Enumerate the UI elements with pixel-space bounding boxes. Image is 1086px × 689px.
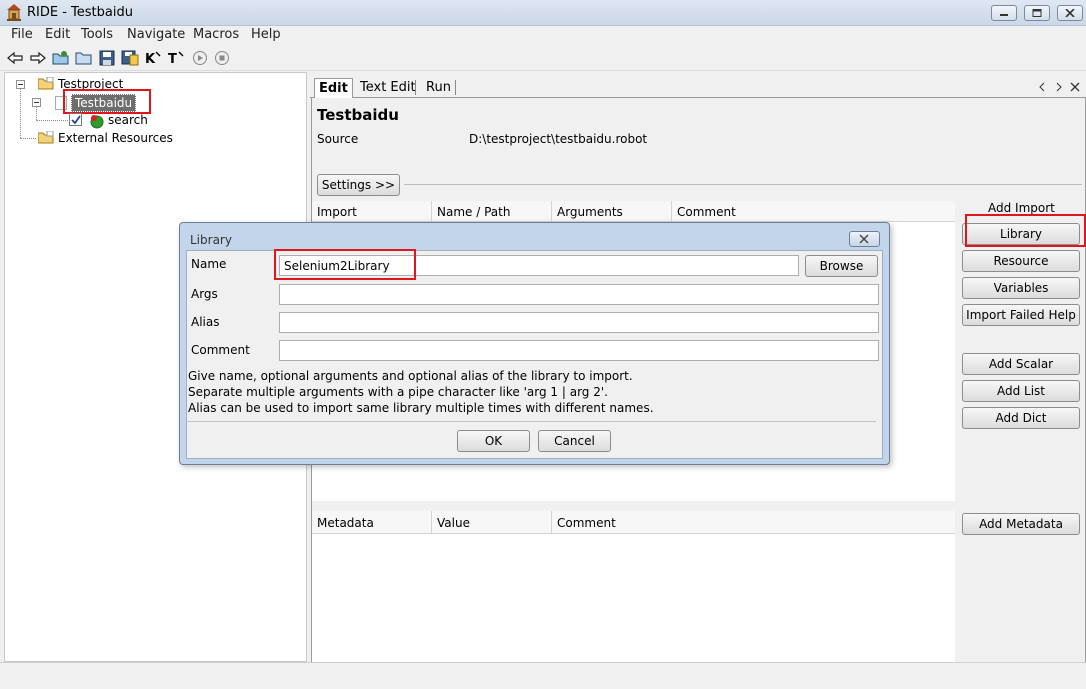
open-icon[interactable]	[75, 50, 93, 66]
tree-line	[20, 138, 36, 139]
tree-item-search[interactable]: search	[108, 113, 148, 127]
checkmark-icon	[71, 115, 81, 125]
maximize-button[interactable]	[1024, 5, 1050, 21]
menu-tools[interactable]: Tools	[81, 27, 113, 42]
help-text-line-2: Separate multiple arguments with a pipe …	[188, 385, 608, 399]
settings-divider	[404, 184, 1082, 185]
editor-heading: Testbaidu	[317, 106, 399, 124]
test-checkbox[interactable]	[69, 113, 82, 126]
minimize-button[interactable]	[991, 5, 1017, 21]
folder-icon	[38, 77, 54, 90]
tree-line	[36, 120, 68, 121]
col-separator	[551, 511, 552, 534]
tree-item-external-resources[interactable]: External Resources	[58, 131, 173, 145]
menu-file[interactable]: File	[11, 27, 33, 42]
col-comment: Comment	[557, 516, 616, 530]
menu-bar: File Edit Tools Navigate Macros Help	[0, 26, 1086, 45]
forward-icon[interactable]	[29, 50, 47, 66]
tab-run[interactable]: Run	[422, 78, 455, 98]
comment-input[interactable]	[279, 340, 879, 361]
save-icon[interactable]	[98, 50, 116, 66]
alias-label: Alias	[191, 315, 220, 329]
col-separator	[671, 201, 672, 222]
col-separator	[431, 511, 432, 534]
open-directory-icon[interactable]	[52, 50, 70, 66]
name-label: Name	[191, 257, 227, 271]
tab-text-edit[interactable]: Text Edit	[356, 78, 420, 98]
dialog-title: Library	[190, 233, 232, 247]
help-text-line-3: Alias can be used to import same library…	[188, 401, 654, 415]
browse-button[interactable]: Browse	[805, 255, 878, 277]
add-dict-button[interactable]: Add Dict	[962, 407, 1080, 429]
ride-app-icon	[7, 4, 21, 21]
tab-edit[interactable]: Edit	[314, 78, 353, 98]
col-import: Import	[317, 205, 357, 219]
search-keywords-icon[interactable]: K	[144, 50, 162, 66]
test-status-icon	[90, 115, 104, 129]
stop-icon[interactable]	[214, 50, 232, 66]
metadata-grid-header	[312, 511, 955, 534]
close-icon	[1065, 9, 1075, 17]
add-resource-button[interactable]: Resource	[962, 250, 1080, 272]
alias-input[interactable]	[279, 312, 879, 333]
close-icon	[859, 234, 869, 244]
source-label: Source	[317, 132, 359, 146]
tree-collapse-toggle-project[interactable]	[16, 80, 25, 89]
help-text-line-1: Give name, optional arguments and option…	[188, 369, 633, 383]
col-separator	[431, 201, 432, 222]
tab-scroll-right-icon[interactable]	[1055, 82, 1063, 92]
run-icon[interactable]	[192, 50, 210, 66]
col-value: Value	[437, 516, 470, 530]
tab-separator	[415, 80, 416, 95]
title-bar: RIDE - Testbaidu	[0, 0, 1086, 26]
import-failed-help-button[interactable]: Import Failed Help	[962, 304, 1080, 326]
save-all-icon[interactable]	[121, 50, 139, 66]
highlight-annotation	[965, 214, 1086, 247]
highlight-annotation	[63, 89, 151, 114]
window-title: RIDE - Testbaidu	[27, 5, 133, 20]
search-tests-icon[interactable]: T	[167, 50, 185, 66]
add-metadata-button[interactable]: Add Metadata	[962, 513, 1080, 535]
col-metadata: Metadata	[317, 516, 374, 530]
add-list-button[interactable]: Add List	[962, 380, 1080, 402]
close-tab-icon[interactable]	[1070, 82, 1080, 92]
tree-collapse-toggle-suite[interactable]	[32, 98, 41, 107]
source-path: D:\testproject\testbaidu.robot	[469, 132, 648, 146]
menu-edit[interactable]: Edit	[45, 27, 70, 42]
dialog-divider	[186, 421, 876, 422]
args-label: Args	[191, 287, 218, 301]
tab-scroll-left-icon[interactable]	[1038, 82, 1046, 92]
col-comment: Comment	[677, 205, 736, 219]
toolbar: K T	[0, 45, 1086, 71]
menu-help[interactable]: Help	[251, 27, 281, 42]
cancel-button[interactable]: Cancel	[538, 430, 611, 452]
menu-navigate[interactable]: Navigate	[127, 27, 185, 42]
svg-text:T: T	[168, 52, 177, 66]
status-bar	[0, 662, 1086, 689]
col-arguments: Arguments	[557, 205, 623, 219]
back-icon[interactable]	[6, 50, 24, 66]
dialog-close-button[interactable]	[849, 231, 880, 247]
col-separator	[551, 201, 552, 222]
close-window-button[interactable]	[1057, 5, 1083, 21]
menu-macros[interactable]: Macros	[193, 27, 239, 42]
add-variables-button[interactable]: Variables	[962, 277, 1080, 299]
minimize-icon	[1000, 14, 1008, 16]
svg-text:K: K	[145, 52, 156, 66]
highlight-annotation	[274, 249, 416, 280]
tree-line	[20, 84, 21, 138]
args-input[interactable]	[279, 284, 879, 305]
settings-toggle-button[interactable]: Settings >>	[317, 174, 400, 196]
col-name-path: Name / Path	[437, 205, 511, 219]
maximize-icon	[1032, 9, 1042, 17]
ok-button[interactable]: OK	[457, 430, 530, 452]
add-scalar-button[interactable]: Add Scalar	[962, 353, 1080, 375]
tab-separator	[455, 80, 456, 95]
import-grid-header	[312, 201, 955, 222]
add-import-label: Add Import	[988, 201, 1055, 215]
comment-label: Comment	[191, 343, 250, 357]
folder-icon	[38, 131, 54, 144]
